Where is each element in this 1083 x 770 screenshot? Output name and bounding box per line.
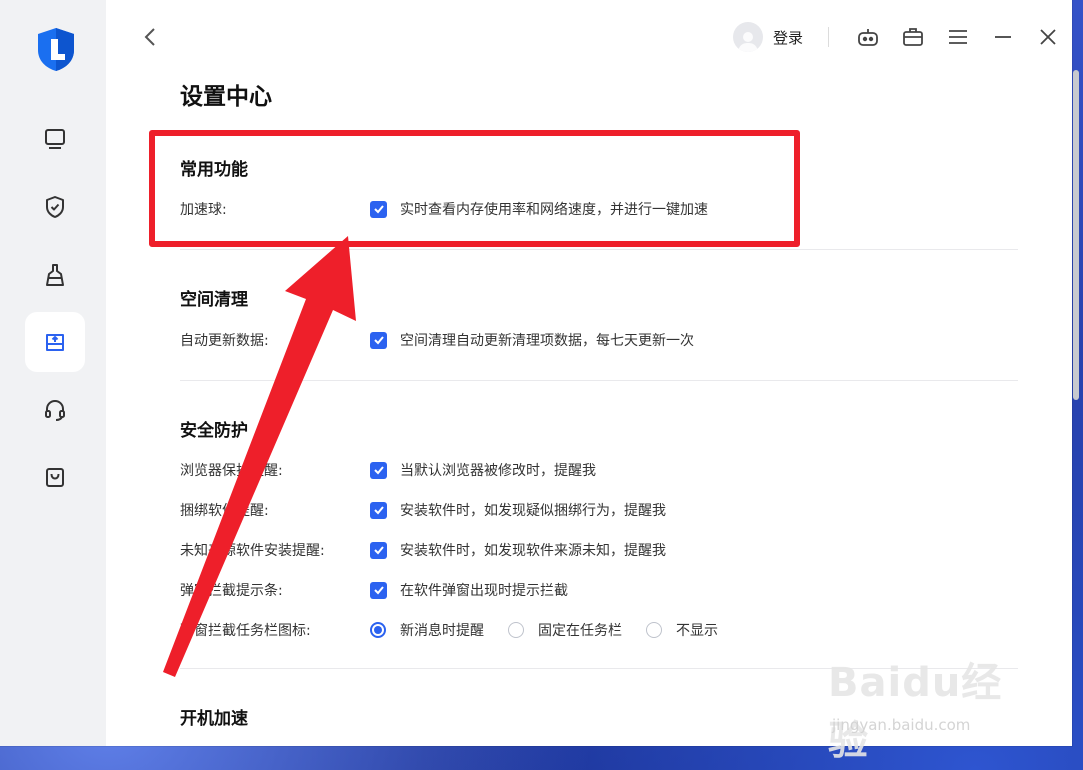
checkmark-icon (373, 586, 384, 595)
baidu-watermark: Baidu经验 jingyan.baidu.com (828, 650, 1028, 764)
setting-text-bundle: 安装软件时，如发现疑似捆绑行为，提醒我 (400, 503, 666, 519)
checkmark-icon (373, 546, 384, 555)
setting-text-unknown-source: 安装软件时，如发现软件来源未知，提醒我 (400, 543, 666, 559)
section-title-boot-speed: 开机加速 (180, 709, 248, 729)
section-title-security: 安全防护 (180, 421, 248, 441)
checkbox-auto-update[interactable] (370, 331, 387, 349)
section-title-space-clean: 空间清理 (180, 290, 248, 310)
scrollbar[interactable] (1073, 70, 1079, 400)
setting-text-auto-update: 空间清理自动更新清理项数据，每七天更新一次 (400, 333, 694, 349)
setting-label-auto-update: 自动更新数据: (180, 333, 269, 349)
radio-label: 新消息时提醒 (400, 623, 484, 639)
section-divider (180, 380, 1018, 381)
checkbox-browser-protect[interactable] (370, 461, 387, 479)
radio-label: 固定在任务栏 (538, 623, 622, 639)
watermark-brand: Baidu经验 (828, 660, 1003, 764)
setting-label-popup-bar: 弹窗拦截提示条: (180, 583, 283, 599)
setting-auto-update[interactable]: 空间清理自动更新清理项数据，每七天更新一次 (370, 330, 694, 350)
setting-text-popup-bar: 在软件弹窗出现时提示拦截 (400, 583, 568, 599)
radio-button[interactable] (646, 622, 662, 638)
watermark-url: jingyan.baidu.com (832, 716, 971, 734)
radio-option-hide[interactable]: 不显示 (646, 620, 718, 640)
checkbox-unknown-source[interactable] (370, 541, 387, 559)
setting-unknown-source[interactable]: 安装软件时，如发现软件来源未知，提醒我 (370, 540, 666, 560)
checkmark-icon (373, 336, 384, 345)
setting-bundle[interactable]: 安装软件时，如发现疑似捆绑行为，提醒我 (370, 500, 666, 520)
setting-label-browser-protect: 浏览器保护提醒: (180, 463, 283, 479)
radio-button[interactable] (370, 622, 386, 638)
section-divider (180, 249, 1018, 250)
radio-button[interactable] (508, 622, 524, 638)
settings-content: 设置中心 常用功能 加速球: 实时查看内存使用率和网络速度，并进行一键加速 空间… (0, 0, 1072, 746)
setting-label-taskbar-icon: 弹窗拦截任务栏图标: (180, 623, 311, 639)
setting-popup-bar[interactable]: 在软件弹窗出现时提示拦截 (370, 580, 568, 600)
page-title: 设置中心 (180, 84, 272, 110)
annotation-highlight-box (149, 130, 800, 247)
setting-browser-protect[interactable]: 当默认浏览器被修改时，提醒我 (370, 460, 596, 480)
setting-text-browser-protect: 当默认浏览器被修改时，提醒我 (400, 463, 596, 479)
setting-label-bundle: 捆绑软件提醒: (180, 503, 269, 519)
radio-label: 不显示 (676, 623, 718, 639)
checkmark-icon (373, 466, 384, 475)
radio-group-taskbar: 新消息时提醒 固定在任务栏 不显示 (370, 620, 742, 640)
radio-option-pin-taskbar[interactable]: 固定在任务栏 (508, 620, 622, 640)
checkbox-bundle[interactable] (370, 501, 387, 519)
checkbox-popup-bar[interactable] (370, 581, 387, 599)
setting-label-unknown-source: 未知来源软件安装提醒: (180, 543, 325, 559)
checkmark-icon (373, 506, 384, 515)
app-window: 登录 设置中心 常用功能 加速球: 实时查看内存使用率和网络速度，并进行一键加速… (0, 0, 1072, 746)
radio-option-new-message[interactable]: 新消息时提醒 (370, 620, 484, 640)
setting-taskbar-icon[interactable]: 新消息时提醒 固定在任务栏 不显示 (370, 620, 742, 640)
